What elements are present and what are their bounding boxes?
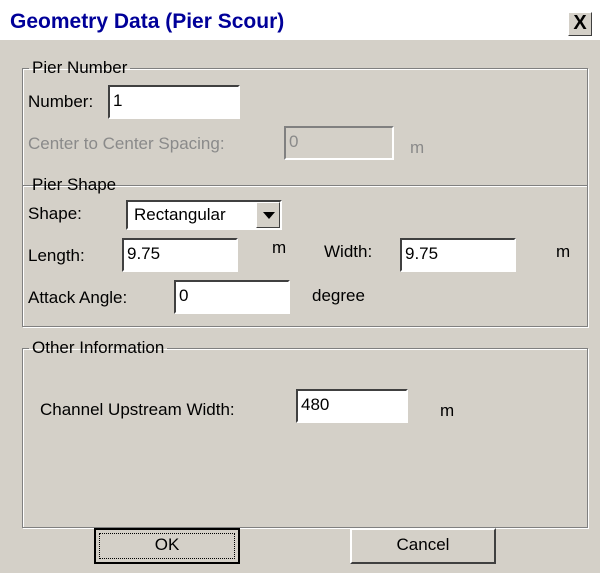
dialog-body: Pier Number Number: 1 Center to Center S… bbox=[0, 40, 600, 573]
shape-label: Shape: bbox=[28, 204, 82, 223]
spacing-unit: m bbox=[410, 138, 425, 157]
focus-indicator bbox=[99, 533, 235, 559]
shape-selected-value: Rectangular bbox=[134, 205, 226, 224]
length-label: Length: bbox=[28, 246, 85, 265]
pier-number-legend: Pier Number bbox=[32, 58, 128, 77]
shape-select[interactable]: Rectangular bbox=[126, 200, 282, 230]
pier-number-group: Pier Number bbox=[22, 58, 588, 186]
close-icon: X bbox=[573, 12, 587, 34]
title-bar[interactable]: Geometry Data (Pier Scour) X bbox=[0, 0, 600, 40]
channel-upstream-width-unit: m bbox=[440, 401, 455, 420]
attack-angle-label: Attack Angle: bbox=[28, 288, 128, 307]
other-information-group: Other Information bbox=[22, 338, 588, 528]
length-field[interactable]: 9.75 bbox=[122, 238, 238, 272]
width-label: Width: bbox=[324, 242, 373, 261]
chevron-down-icon bbox=[263, 212, 275, 219]
other-information-legend: Other Information bbox=[32, 338, 165, 357]
shape-dropdown-button[interactable] bbox=[256, 202, 280, 228]
spacing-field[interactable]: 0 bbox=[284, 126, 394, 160]
cancel-button[interactable]: Cancel bbox=[350, 528, 496, 564]
attack-angle-field[interactable]: 0 bbox=[174, 280, 290, 314]
number-label: Number: bbox=[28, 92, 94, 111]
spacing-label: Center to Center Spacing: bbox=[28, 134, 225, 153]
pier-shape-legend: Pier Shape bbox=[32, 175, 117, 194]
channel-upstream-width-field[interactable]: 480 bbox=[296, 389, 408, 423]
number-field[interactable]: 1 bbox=[108, 85, 240, 119]
window-title: Geometry Data (Pier Scour) bbox=[10, 10, 285, 33]
dialog-window: Geometry Data (Pier Scour) X Pier Number… bbox=[0, 0, 600, 573]
attack-angle-unit: degree bbox=[312, 286, 365, 305]
width-field[interactable]: 9.75 bbox=[400, 238, 516, 272]
cancel-button-label: Cancel bbox=[396, 535, 450, 554]
width-unit: m bbox=[556, 242, 571, 261]
channel-upstream-width-label: Channel Upstream Width: bbox=[40, 400, 235, 419]
ok-button[interactable]: OK bbox=[94, 528, 240, 564]
close-button[interactable]: X bbox=[568, 12, 592, 36]
length-unit: m bbox=[272, 238, 287, 257]
